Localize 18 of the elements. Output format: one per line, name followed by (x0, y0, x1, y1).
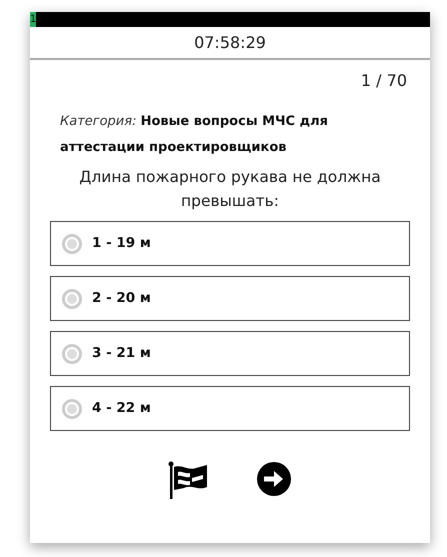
answer-option[interactable]: 3 - 21 м (50, 331, 410, 376)
checkered-flag-icon[interactable] (168, 461, 208, 499)
option-label: 3 - 21 м (92, 344, 151, 364)
progress-fill: 1 (30, 12, 36, 27)
option-label: 2 - 20 м (92, 289, 151, 308)
radio-button[interactable] (62, 398, 82, 418)
option-label: 1 - 19 м (92, 234, 151, 254)
question-counter: 1 / 70 (360, 71, 407, 90)
radio-button[interactable] (62, 288, 82, 308)
option-label: 4 - 22 м (92, 399, 151, 418)
answer-option[interactable]: 2 - 20 м (50, 276, 410, 321)
timer-text: 07:58:29 (194, 32, 266, 54)
radio-button[interactable] (62, 234, 82, 254)
category-text: Категория: Новые вопросы МЧС для аттестации проектировщиков (59, 113, 329, 157)
question-text: Длина пожарного рукава не должна превышать: (78, 167, 382, 212)
answer-option[interactable]: 4 - 22 м (50, 386, 410, 431)
answer-option[interactable]: 1 - 19 м (50, 221, 410, 266)
radio-button[interactable] (62, 344, 82, 364)
